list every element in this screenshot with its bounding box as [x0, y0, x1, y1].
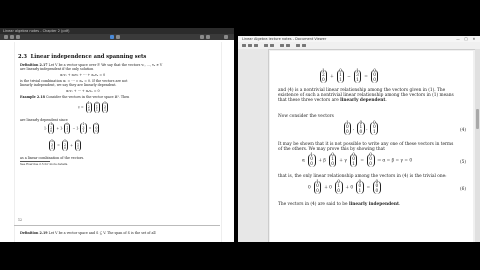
section-heading: 2.3 Linear independence and spanning set…	[18, 54, 147, 60]
eq5-number: (5)	[460, 160, 467, 165]
fit-width-icon[interactable]	[296, 44, 300, 47]
left-toolbar	[0, 34, 234, 40]
back-icon[interactable]	[264, 44, 268, 47]
example-combination: 1·1 2 0 + 1·0 1 1 − 1·1 3 1 = 000	[44, 122, 100, 134]
scrollbar-thumb[interactable]	[476, 109, 479, 129]
right-viewer-window[interactable]: Linear Algebra lecture notes - Document …	[238, 36, 480, 242]
para3-line: that is, the only linear relationship am…	[278, 174, 447, 179]
page-break	[14, 225, 220, 226]
letterbox-bottom	[0, 242, 480, 270]
letterbox-top	[0, 0, 480, 28]
forward-icon[interactable]	[270, 44, 274, 47]
left-document-page	[14, 42, 222, 242]
open-icon[interactable]	[242, 44, 246, 47]
maximize-button[interactable]: □	[464, 37, 468, 41]
zoom-in-icon[interactable]	[280, 44, 284, 47]
rotate-icon[interactable]	[302, 44, 306, 47]
close-button[interactable]: ✕	[472, 37, 476, 41]
example-line: Example 2.18 Consider the vectors in the…	[20, 95, 130, 99]
eq6-display: 0 100 + 0 010 + 0 001 = 000	[308, 180, 382, 195]
eq6-number: (6)	[460, 187, 467, 192]
text-line-c: that these three vectors are linearly de…	[278, 98, 387, 103]
example-vectors: v = 1 2 00 1 11 3 1	[78, 101, 109, 113]
page-down-icon[interactable]	[16, 35, 20, 39]
search-icon[interactable]	[200, 35, 204, 39]
right-toolbar	[238, 42, 480, 50]
thumbnail-sidebar[interactable]	[238, 49, 269, 242]
sidebar-toggle-icon[interactable]	[4, 35, 8, 39]
equation-1: α₁v₁ + α₂v₂ + ⋯ + αₙvₙ = 0	[60, 73, 106, 77]
eq4-number: (4)	[460, 128, 467, 133]
zoom-out-icon[interactable]	[286, 44, 290, 47]
next-definition: Definition 2.19 Let V be a vector space …	[20, 231, 156, 235]
final-line: The vectors in (4) are said to be linear…	[278, 202, 401, 207]
print-icon[interactable]	[254, 44, 258, 47]
example-text-1: are linearly dependent since	[20, 118, 68, 122]
zoom-icon[interactable]	[110, 35, 114, 39]
definition-line-4: linearly independent, we say they are li…	[20, 83, 117, 87]
eq5-display: α 100 + β 010 + γ 001 = 000 ⇒ α = β = γ …	[302, 153, 413, 168]
definition-line-2: are linearly independent if the only sol…	[20, 67, 94, 71]
para2-line2: of the others. We may prove this by show…	[278, 147, 385, 152]
left-pdf-window[interactable]: Linear algebra notes - Chapter 2 (pdf) 2…	[0, 28, 234, 242]
eq4-vectors: 1 0 0, 0 1 0, 001	[342, 121, 380, 136]
fit-page-icon[interactable]	[116, 35, 120, 39]
page-up-icon[interactable]	[10, 35, 14, 39]
eq3-display: 120 + 011 − 131 = 000	[318, 69, 380, 84]
equation-2: α₁v₁ + ⋯ + αₙvₙ = 0	[66, 89, 100, 93]
save-icon[interactable]	[248, 44, 252, 47]
example-combination-2: 131 = 120 + 011	[49, 139, 82, 151]
footnote: See Exercise 2.5 for more details.	[20, 162, 69, 166]
menu-icon[interactable]	[206, 35, 210, 39]
close-icon[interactable]	[224, 35, 228, 39]
minimize-button[interactable]: —	[456, 37, 460, 41]
page-number: 12	[18, 218, 23, 222]
example-text-2: as a linear combination of the vectors.	[20, 156, 85, 160]
consider-line: Now consider the vectors	[278, 114, 334, 119]
vertical-scrollbar[interactable]	[475, 49, 480, 242]
